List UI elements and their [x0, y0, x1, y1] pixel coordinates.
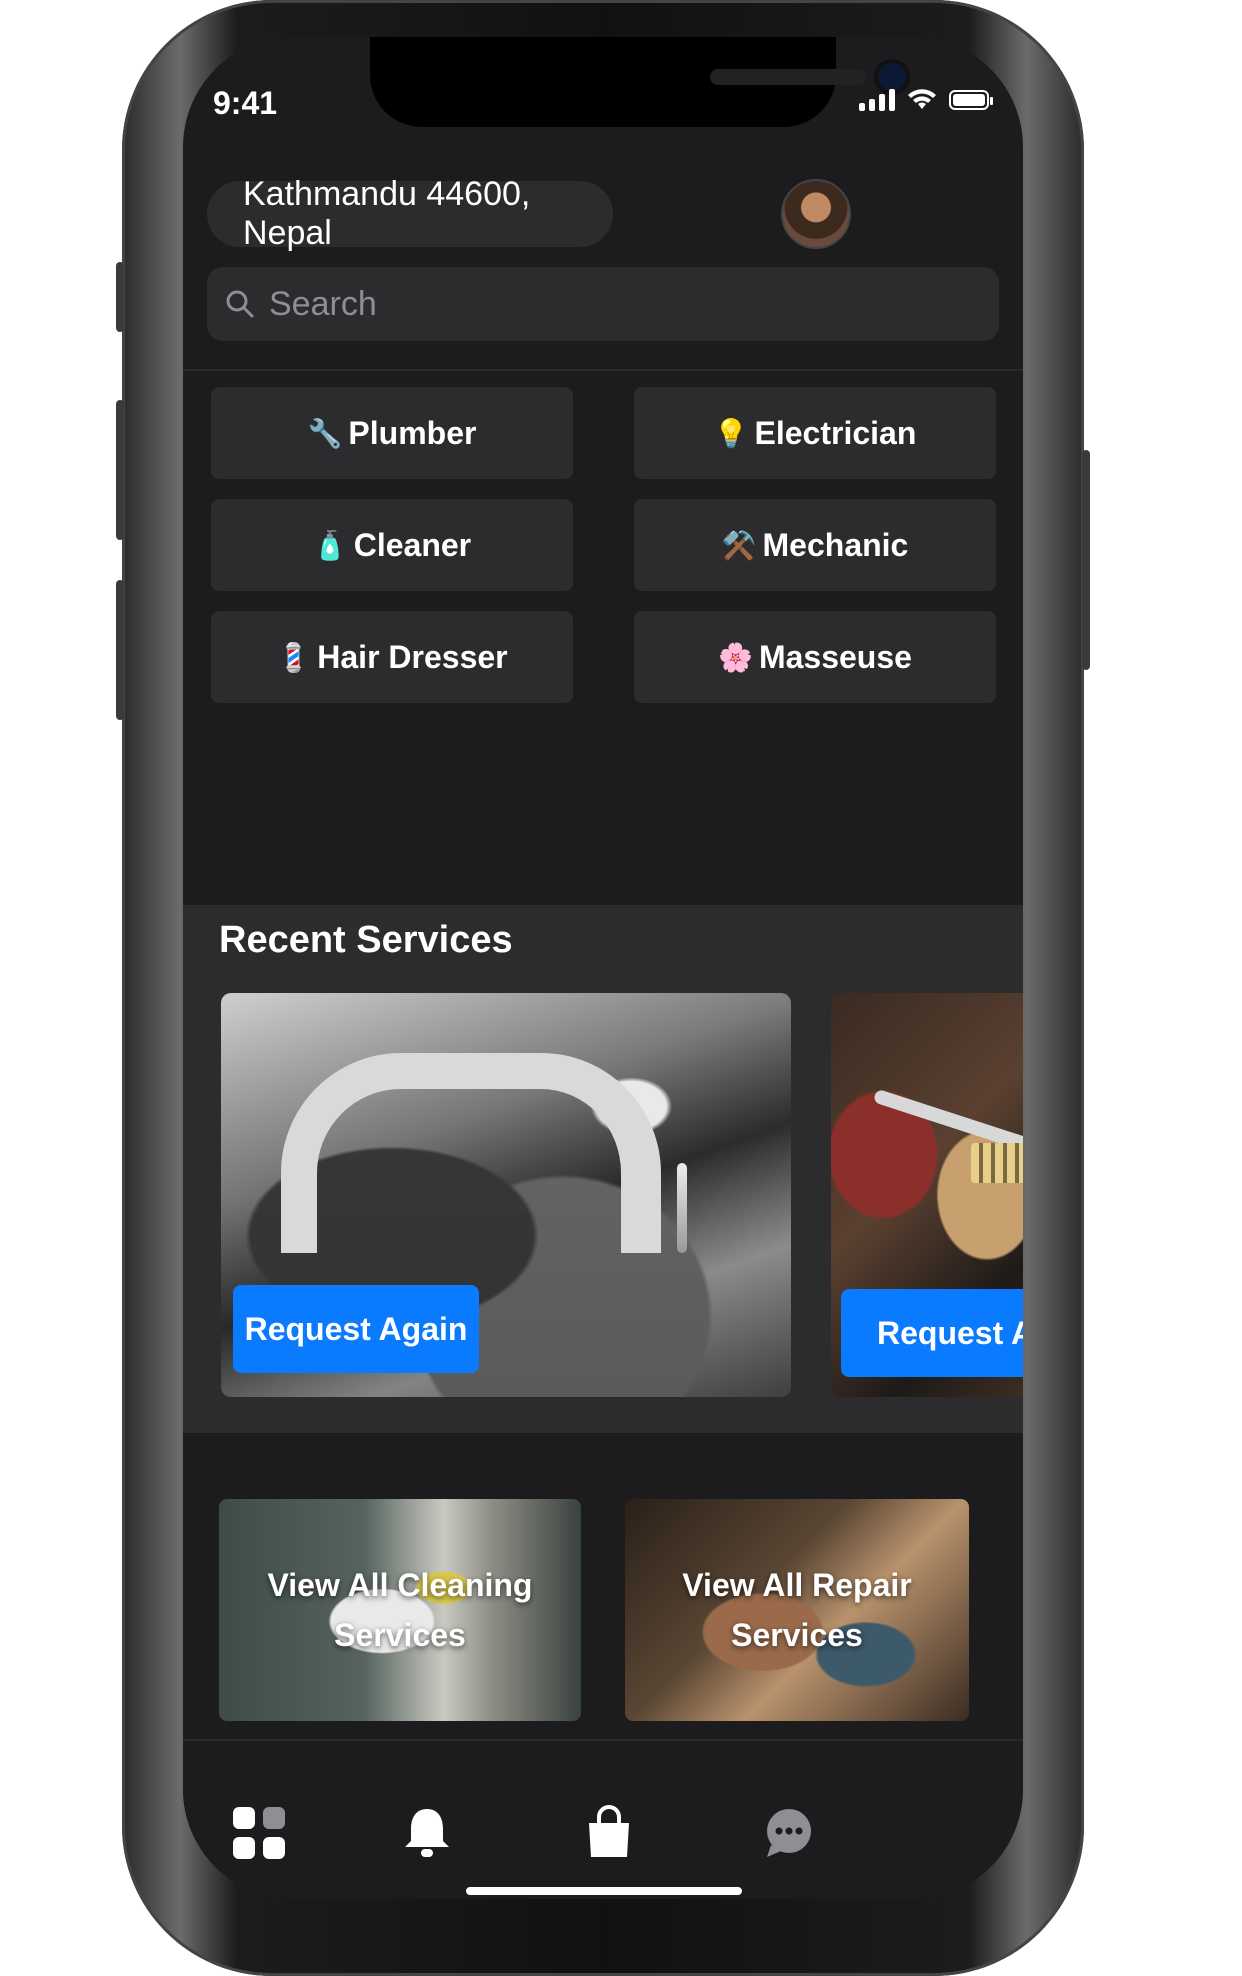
chat-icon[interactable] — [761, 1805, 817, 1861]
category-label: Electrician — [754, 414, 917, 451]
request-again-label: Request A — [877, 1314, 1023, 1351]
search-input[interactable] — [267, 283, 951, 325]
category-masseuse-button[interactable]: 🌸 Masseuse — [634, 611, 996, 703]
promo-label: View All Cleaning Services — [267, 1567, 533, 1653]
camera — [878, 63, 906, 91]
battery-icon — [949, 90, 993, 110]
speaker — [710, 69, 866, 85]
location-label: Kathmandu 44600, Nepal — [243, 175, 531, 252]
bag-icon[interactable] — [581, 1805, 637, 1861]
grid-icon[interactable] — [231, 1805, 287, 1861]
comb-image — [971, 1143, 1023, 1183]
avatar[interactable] — [781, 179, 851, 249]
wifi-icon — [908, 89, 936, 109]
category-cleaner-button[interactable]: 🧴 Cleaner — [211, 499, 573, 591]
notch — [370, 37, 906, 127]
view-all-cleaning-card[interactable]: View All Cleaning Services — [219, 1499, 581, 1721]
divider — [183, 369, 1023, 371]
mute-switch — [116, 262, 124, 332]
category-label: Mechanic — [762, 526, 909, 563]
lightbulb-icon: 💡 — [713, 417, 749, 449]
spray-bottle-icon: 🧴 — [312, 529, 348, 561]
volume-down-button — [116, 580, 124, 720]
flower-icon: 🌸 — [718, 641, 753, 673]
signal-icon — [859, 89, 895, 111]
barber-pole-icon: 💈 — [276, 641, 312, 673]
category-label: Hair Dresser — [317, 638, 508, 675]
view-all-repair-card[interactable]: View All Repair Services — [625, 1499, 969, 1721]
location-selector[interactable]: Kathmandu 44600, Nepal — [207, 175, 613, 252]
request-again-button[interactable]: Request Again — [233, 1285, 479, 1373]
request-again-label: Request Again — [244, 1310, 468, 1347]
bell-icon[interactable] — [399, 1805, 455, 1861]
category-hair-dresser-button[interactable]: 💈 Hair Dresser — [211, 611, 573, 703]
category-label: Masseuse — [758, 638, 912, 675]
request-again-button-2[interactable]: Request A — [841, 1289, 1023, 1377]
power-button — [1082, 450, 1090, 670]
faucet-image — [281, 1053, 661, 1253]
category-plumber-button[interactable]: 🔧 Plumber — [211, 387, 573, 479]
search-icon — [226, 290, 254, 318]
status-icons — [859, 89, 993, 111]
water-drop — [677, 1163, 687, 1253]
status-time: 9:41 — [213, 85, 278, 121]
category-label: Plumber — [348, 414, 477, 451]
category-label: Cleaner — [353, 526, 472, 563]
scissors-image — [872, 1088, 1023, 1152]
wrench-icon: 🔧 — [307, 417, 343, 449]
screen: 9:41 Kathmandu 44600, Nepal 🔧 Plumber 💡 … — [183, 37, 1023, 1899]
home-indicator[interactable] — [466, 1887, 742, 1895]
category-mechanic-button[interactable]: ⚒️ Mechanic — [634, 499, 996, 591]
recent-services-title: Recent Services — [219, 919, 513, 961]
search-bar[interactable] — [207, 267, 999, 341]
hammer-wrench-icon: ⚒️ — [721, 529, 757, 561]
volume-up-button — [116, 400, 124, 540]
promo-label: View All Repair Services — [682, 1567, 912, 1653]
category-electrician-button[interactable]: 💡 Electrician — [634, 387, 996, 479]
